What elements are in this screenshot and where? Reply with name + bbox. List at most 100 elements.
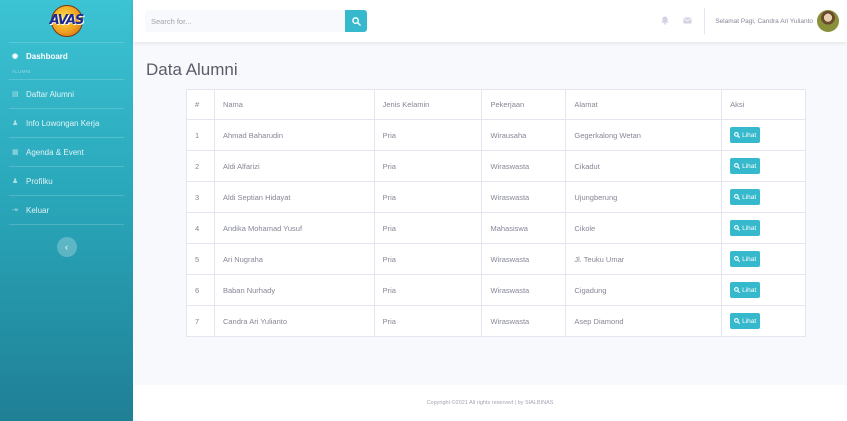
cell-alamat: Cigadung [565, 274, 723, 306]
lihat-button-label: Lihat [742, 131, 757, 139]
lihat-button[interactable]: Lihat [730, 158, 761, 174]
footer: Copyright ©2021 All rights reserved | by… [133, 385, 847, 421]
search-icon [734, 163, 741, 169]
avatar[interactable] [817, 10, 839, 32]
search-input[interactable] [145, 10, 345, 32]
sidebar-item-label: Dashboard [26, 51, 68, 61]
cell-nama: Andika Mohamad Yusuf [213, 212, 375, 244]
table-row: 7 Candra Ari Yulianto Pria Wiraswasta Asep D… [186, 305, 806, 337]
cell-pekerjaan: Wiraswasta [481, 181, 567, 213]
envelope-icon[interactable] [676, 16, 698, 26]
lihat-button[interactable]: Lihat [730, 189, 761, 205]
search-icon [734, 318, 741, 324]
search-icon [734, 194, 741, 200]
cell-nama: Ahmad Baharudin [213, 119, 375, 151]
dashboard-icon: ◉ [12, 53, 19, 60]
lihat-button[interactable]: Lihat [730, 220, 761, 236]
sidebar-item-label: Info Lowongan Kerja [26, 118, 100, 128]
logo-text: AVAS [49, 13, 85, 28]
logout-icon: ⇥ [12, 207, 18, 214]
lihat-button-label: Lihat [742, 193, 757, 201]
topbar-right: Selamat Pagi, Candra Ari Yulianto [654, 0, 847, 42]
search-icon [734, 225, 741, 231]
cell-jenis-kelamin: Pria [373, 212, 483, 244]
table-body: 1 Ahmad Baharudin Pria Wirausaha Gegerkalong… [186, 119, 806, 337]
sidebar-divider [9, 224, 124, 225]
cell-jenis-kelamin: Pria [373, 243, 483, 275]
cell-nama: Candra Ari Yulianto [213, 305, 375, 337]
cell-pekerjaan: Wiraswasta [481, 243, 567, 275]
column-header-jenis-kelamin[interactable]: Jenis Kelamin [373, 89, 483, 120]
lihat-button[interactable]: Lihat [730, 313, 761, 329]
lihat-button-label: Lihat [742, 162, 757, 170]
table-header-row: # Nama Jenis Kelamin Pekerjaan Alamat Ak… [186, 89, 806, 120]
sidebar-item-label: Profilku [26, 176, 53, 186]
cell-pekerjaan: Wiraswasta [481, 150, 567, 182]
sidebar-toggle-button[interactable]: ‹ [56, 237, 77, 257]
column-header-aksi: Aksi [721, 89, 806, 120]
sidebar-item-dashboard[interactable]: ◉ Dashboard [0, 43, 133, 69]
sidebar: AVAS ◉ Dashboard ALUMNI ▤ Daftar Alumni … [0, 0, 133, 421]
table-row: 1 Ahmad Baharudin Pria Wirausaha Gegerkalong… [186, 119, 806, 151]
sidebar-item-agenda-event[interactable]: ▦ Agenda & Event [0, 138, 133, 166]
cell-aksi: Lihat [721, 150, 806, 182]
table-row: 2 Aldi Alfarizi Pria Wiraswasta Cikadut Lihat [186, 150, 806, 182]
envelope-icon-glyph [682, 17, 692, 24]
cell-jenis-kelamin: Pria [373, 181, 483, 213]
list-icon: ▤ [12, 91, 19, 98]
bell-icon[interactable] [654, 16, 676, 27]
cell-jenis-kelamin: Pria [373, 305, 483, 337]
cell-pekerjaan: Wiraswasta [481, 274, 567, 306]
brand[interactable]: AVAS [0, 0, 133, 42]
sidebar-heading: ALUMNI [12, 69, 31, 74]
copyright-text: Copyright ©2021 All rights reserved | by… [426, 400, 554, 406]
column-header-alamat[interactable]: Alamat [565, 89, 723, 120]
sidebar-toggle-wrap: ‹ [0, 237, 133, 257]
cell-alamat: Jl. Teuku Umar [565, 243, 723, 275]
lihat-button-label: Lihat [742, 255, 757, 263]
calendar-icon: ▦ [12, 149, 19, 156]
page-title: Data Alumni [146, 60, 238, 79]
lihat-button-label: Lihat [742, 317, 757, 325]
user-icon: ♟ [12, 120, 19, 127]
cell-jenis-kelamin: Pria [373, 150, 483, 182]
cell-pekerjaan: Wirausaha [481, 119, 567, 151]
cell-pekerjaan: Wiraswasta [481, 305, 567, 337]
sidebar-item-label: Daftar Alumni [26, 89, 75, 99]
cell-number: 4 [186, 212, 215, 244]
lihat-button[interactable]: Lihat [730, 127, 761, 143]
cell-aksi: Lihat [721, 212, 806, 244]
logo: AVAS [42, 5, 92, 37]
cell-aksi: Lihat [721, 274, 806, 306]
table-row: 6 Baban Nurhady Pria Wiraswasta Cigadung Liha… [186, 274, 806, 306]
cell-alamat: Asep Diamond [565, 305, 723, 337]
column-header-pekerjaan[interactable]: Pekerjaan [481, 89, 567, 120]
cell-aksi: Lihat [721, 243, 806, 275]
search-group [145, 10, 367, 32]
sidebar-item-info-lowongan-kerja[interactable]: ♟ Info Lowongan Kerja [0, 109, 133, 137]
cell-number: 6 [186, 274, 215, 306]
search-icon [734, 287, 741, 293]
cell-aksi: Lihat [721, 305, 806, 337]
cell-jenis-kelamin: Pria [373, 119, 483, 151]
cell-pekerjaan: Mahasiswa [481, 212, 567, 244]
sidebar-item-daftar-alumni[interactable]: ▤ Daftar Alumni [0, 80, 133, 108]
cell-jenis-kelamin: Pria [373, 274, 483, 306]
lihat-button[interactable]: Lihat [730, 282, 761, 298]
cell-alamat: Gegerkalong Wetan [565, 119, 723, 151]
sidebar-item-profilku[interactable]: ♟ Profilku [0, 167, 133, 195]
column-header-nama[interactable]: Nama [213, 89, 375, 120]
table-row: 4 Andika Mohamad Yusuf Pria Mahasiswa Cikole… [186, 212, 806, 244]
cell-alamat: Ujungberung [565, 181, 723, 213]
sidebar-item-keluar[interactable]: ⇥ Keluar [0, 196, 133, 224]
cell-alamat: Cikole [565, 212, 723, 244]
user-greeting[interactable]: Selamat Pagi, Candra Ari Yulianto [715, 18, 813, 25]
search-button[interactable] [345, 10, 367, 32]
lihat-button-label: Lihat [742, 224, 757, 232]
cell-number: 3 [186, 181, 215, 213]
column-header-number[interactable]: # [186, 89, 215, 120]
cell-number: 7 [186, 305, 215, 337]
lihat-button[interactable]: Lihat [730, 251, 761, 267]
topbar-divider [704, 8, 706, 34]
table-row: 5 Ari Nugraha Pria Wiraswasta Jl. Teuku Umar… [186, 243, 806, 275]
